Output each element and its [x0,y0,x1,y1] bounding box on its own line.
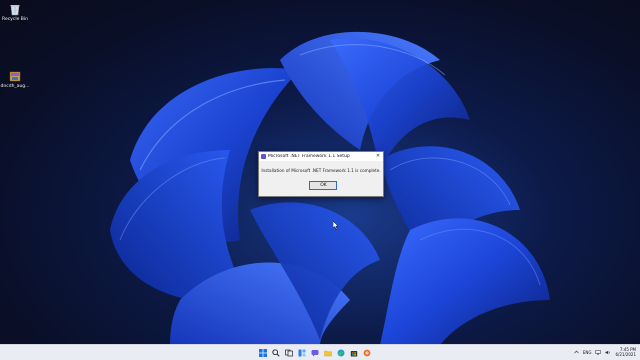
clock-date: 6/21/2021 [615,352,636,357]
task-view-icon [284,349,293,356]
chevron-up-icon[interactable] [574,350,579,354]
desktop-icon-recycle-bin[interactable]: Recycle Bin [0,3,30,23]
taskbar: ENG 7:45 PM 6/21/2021 [0,344,640,360]
language-indicator[interactable]: ENG [583,350,592,355]
recycle-bin-icon [10,5,20,16]
taskbar-pinned-apps [258,348,371,357]
search-icon [271,348,280,357]
edge-icon [337,349,344,356]
edge-button[interactable] [336,348,345,357]
setup-app-icon [261,154,266,159]
chat-icon [311,349,318,356]
store-button[interactable] [349,348,358,357]
desktop: Recycle Bin dncdh_aug... Microsoft .NET … [0,0,640,360]
app-icon [363,349,370,356]
chat-button[interactable] [310,348,319,357]
network-icon[interactable] [595,349,602,355]
desktop-icon-label: Recycle Bin [2,17,28,22]
desktop-icon-installer[interactable]: dncdh_aug... [0,70,30,90]
volume-icon[interactable] [605,350,611,355]
installer-package-icon [9,71,21,82]
search-button[interactable] [271,348,280,357]
mouse-cursor-icon [333,221,339,230]
installer-taskbar-button[interactable] [362,348,371,357]
start-button[interactable] [258,348,267,357]
windows-start-icon [258,348,267,357]
close-button[interactable]: ✕ [373,152,383,161]
file-explorer-button[interactable] [323,348,332,357]
store-icon [350,350,357,356]
file-explorer-icon [323,350,332,356]
widgets-icon [298,349,305,356]
system-tray: ENG 7:45 PM 6/21/2021 [574,347,636,357]
task-view-button[interactable] [284,348,293,357]
dialog-titlebar[interactable]: Microsoft .NET Framework 1.1 Setup ✕ [259,152,383,161]
widgets-button[interactable] [297,348,306,357]
ok-button[interactable]: OK [309,181,338,190]
dialog-message: Installation of Microsoft .NET Framework… [261,168,381,173]
dialog-title: Microsoft .NET Framework 1.1 Setup [268,154,350,159]
desktop-icon-label: dncdh_aug... [0,84,30,89]
close-icon: ✕ [375,153,381,159]
clock[interactable]: 7:45 PM 6/21/2021 [615,347,636,357]
setup-dialog: Microsoft .NET Framework 1.1 Setup ✕ Ins… [258,151,384,197]
